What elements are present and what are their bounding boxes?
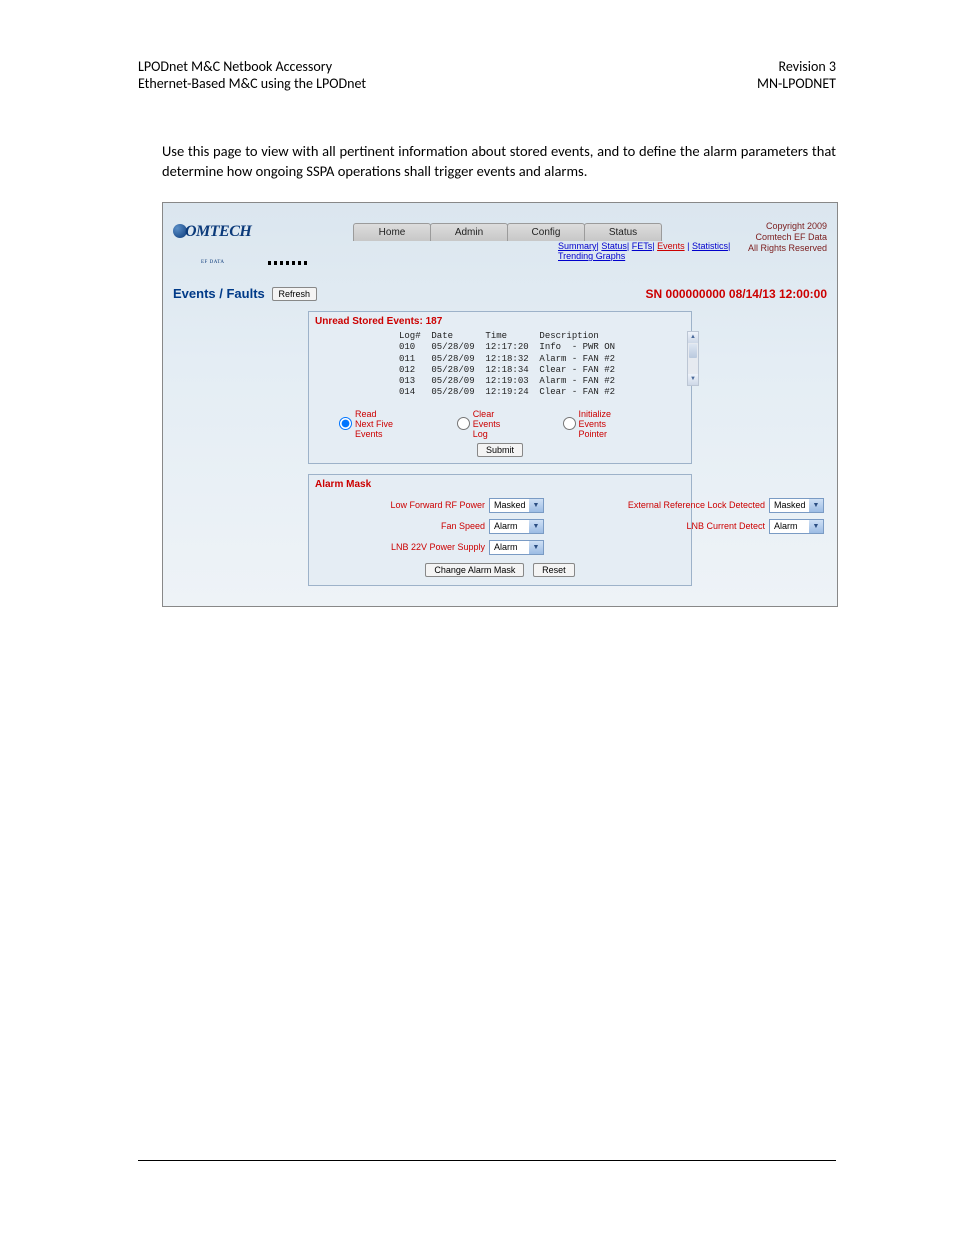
chevron-down-icon: ▼ [529,520,543,533]
doc-header: LPODnet M&C Netbook Accessory Ethernet-B… [138,58,836,92]
chevron-down-icon: ▼ [529,499,543,512]
doc-revision: Revision 3 [757,58,836,75]
tab-admin[interactable]: Admin [430,223,508,241]
events-scrollbar[interactable]: ▲ ▼ [687,331,699,386]
logo-text: OMTECH [185,223,251,240]
scroll-thumb[interactable] [689,344,697,358]
select-lnbcur[interactable]: Alarm▼ [769,519,824,534]
alarm-mask-title: Alarm Mask [309,475,691,494]
copyright-line2: Comtech EF Data [748,232,827,243]
copyright-line1: Copyright 2009 [748,221,827,232]
change-alarm-mask-button[interactable]: Change Alarm Mask [425,563,524,577]
tab-config[interactable]: Config [507,223,585,241]
events-panel: Unread Stored Events: 187 Log# Date Time… [308,311,692,464]
subnav-fets[interactable]: FETs [632,241,653,251]
logo-subtext: EF DATA [201,260,225,265]
radio-read-next-input[interactable] [339,417,352,430]
logo: OMTECH EF DATA [173,223,251,241]
copyright-line3: All Rights Reserved [748,243,827,254]
label-extref: External Reference Lock Detected [619,500,769,510]
events-panel-title: Unread Stored Events: 187 [309,312,691,331]
label-lnbcur: LNB Current Detect [619,521,769,531]
label-low-rf: Low Forward RF Power [319,500,489,510]
doc-title-line2: Ethernet-Based M&C using the LPODnet [138,75,366,92]
select-fan[interactable]: Alarm▼ [489,519,544,534]
subnav-status[interactable]: Status [601,241,627,251]
doc-title-line1: LPODnet M&C Netbook Accessory [138,58,366,75]
subnav-events[interactable]: Events [657,241,685,251]
serial-number: SN 000000000 08/14/13 12:00:00 [646,287,827,301]
page-title: Events / Faults [173,286,265,301]
subnav-statistics[interactable]: Statistics [692,241,728,251]
subnav-trending[interactable]: Trending Graphs [558,251,625,261]
copyright: Copyright 2009 Comtech EF Data All Right… [748,221,827,253]
body-paragraph: Use this page to view with all pertinent… [162,142,836,181]
footer-line [138,1160,836,1161]
doc-code: MN-LPODNET [757,75,836,92]
subnav-summary[interactable]: Summary [558,241,597,251]
select-extref[interactable]: Masked▼ [769,498,824,513]
select-low-rf[interactable]: Masked▼ [489,498,544,513]
events-radio-row: Read Next Five Events Clear Events Log I… [309,405,691,441]
chevron-down-icon: ▼ [809,520,823,533]
radio-clear-log-input[interactable] [457,417,470,430]
select-lnb22[interactable]: Alarm▼ [489,540,544,555]
chevron-down-icon: ▼ [529,541,543,554]
scroll-up-icon[interactable]: ▲ [688,332,698,343]
scroll-down-icon[interactable]: ▼ [688,374,698,385]
radio-clear-log[interactable]: Clear Events Log [457,409,501,439]
chevron-down-icon: ▼ [809,499,823,512]
reset-button[interactable]: Reset [533,563,575,577]
radio-read-next[interactable]: Read Next Five Events [339,409,395,439]
label-fan: Fan Speed [319,521,489,531]
alarm-mask-panel: Alarm Mask Low Forward RF Power Masked▼ … [308,474,692,586]
radio-init-pointer[interactable]: Initialize Events Pointer [563,409,619,439]
main-tabs: Home Admin Config Status [353,223,661,241]
submit-button[interactable]: Submit [477,443,523,457]
tab-status[interactable]: Status [584,223,662,241]
radio-init-pointer-input[interactable] [563,417,576,430]
events-log: Log# Date Time Description 010 05/28/09 … [399,331,651,399]
refresh-button[interactable]: Refresh [272,287,318,301]
logo-bars-icon [268,261,308,265]
sub-nav: Summary| Status| FETs| Events | Statisti… [558,241,730,251]
label-lnb22: LNB 22V Power Supply [319,542,489,552]
ui-screenshot: OMTECH EF DATA Home Admin Config Status … [162,202,838,607]
tab-home[interactable]: Home [353,223,431,241]
